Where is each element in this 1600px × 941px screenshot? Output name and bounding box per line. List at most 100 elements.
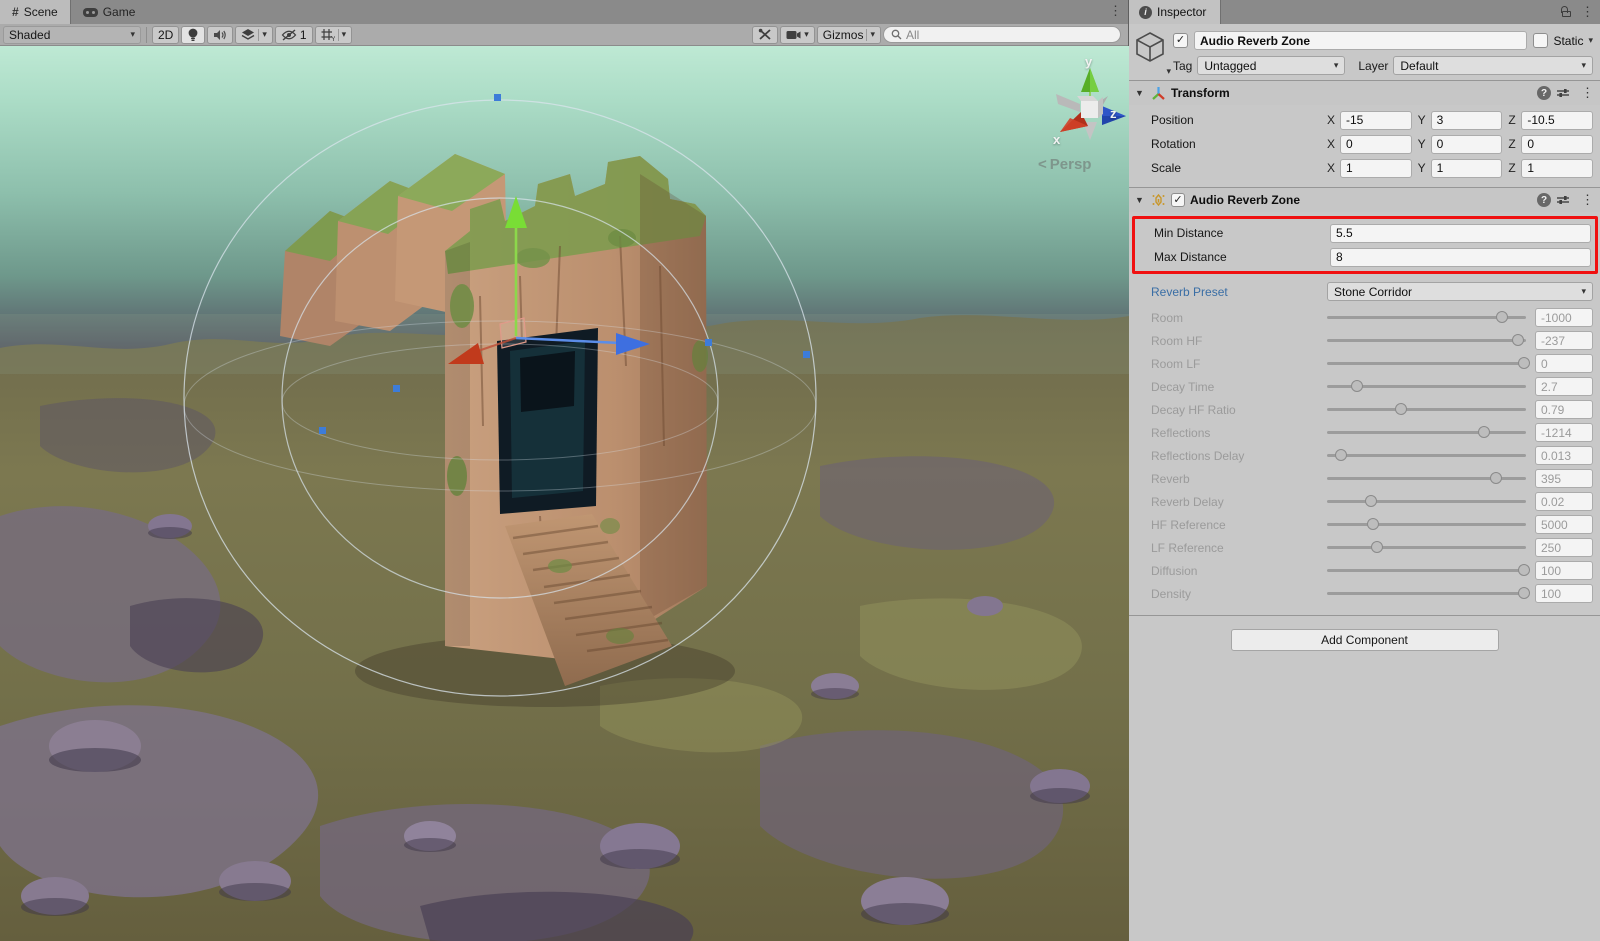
min-distance-row: Min Distance 5.5 [1154,222,1591,244]
projection-label: Persp [1050,156,1092,173]
axis-y-label[interactable]: y [1085,54,1092,69]
transform-row-label: Rotation [1151,137,1327,151]
transform-scale-y-field[interactable]: 1 [1431,159,1503,178]
tag-dropdown[interactable]: Untagged ▾ [1197,56,1345,75]
component-enabled-checkbox[interactable]: ✓ [1171,193,1185,207]
divider [866,29,867,41]
transform-position-z-field[interactable]: -10.5 [1521,111,1593,130]
slider-track [1327,316,1526,319]
chevron-down-icon[interactable]: ▾ [1588,35,1593,46]
transform-position-y-field[interactable]: 3 [1431,111,1503,130]
projection-arrow-icon: < [1038,156,1047,173]
slider-handle [1512,334,1524,346]
camera-icon [786,29,801,40]
scene-lighting-button[interactable] [181,26,205,44]
transform-scale-z-field[interactable]: 1 [1521,159,1593,178]
gamepad-icon [83,8,98,17]
2d-label: 2D [158,28,173,42]
lock-open-icon[interactable] [1561,6,1571,18]
slider-label: Reverb Delay [1151,495,1327,509]
audio-reverb-zone-title: Audio Reverb Zone [1190,193,1532,207]
help-icon[interactable]: ? [1537,86,1551,100]
slider-row: Density100 [1151,582,1593,605]
2d-toggle-button[interactable]: 2D [152,26,179,44]
cube-icon[interactable] [1135,31,1165,63]
unity-editor-window: # Scene Game ⋮ Shaded ▾ 2D [0,0,1600,941]
transform-position-x-field[interactable]: -15 [1340,111,1412,130]
inspector-menu-kebab-icon[interactable]: ⋮ [1581,4,1594,20]
tab-scene[interactable]: # Scene [0,0,71,24]
slider-track [1327,592,1526,595]
gameobject-active-checkbox[interactable]: ✓ [1173,33,1188,48]
scene-tools-button[interactable] [752,26,778,44]
chevron-down-icon: ▾ [342,29,347,40]
tab-inspector[interactable]: i Inspector [1129,0,1221,24]
gameobject-name-field[interactable]: Audio Reverb Zone [1194,31,1527,50]
foldout-icon[interactable]: ▼ [1135,88,1146,98]
audio-reverb-zone-header[interactable]: ▼ ✓ Audio Reverb Zone ? ⋮ [1129,187,1600,212]
slider-handle [1478,426,1490,438]
slider-handle [1518,564,1530,576]
presets-icon[interactable] [1556,87,1570,99]
axis-z-label[interactable]: z [1110,106,1117,121]
projection-toggle[interactable]: < Persp [1038,156,1091,173]
axis-group: Y3 [1418,111,1503,130]
axis-letter: X [1327,113,1336,127]
chevron-down-icon: ▾ [1581,286,1586,297]
scene-tab-menu-kebab-icon[interactable]: ⋮ [1109,3,1122,19]
slider-label: Decay HF Ratio [1151,403,1327,417]
scene-camera-dropdown[interactable]: ▾ [780,26,815,44]
slider-value-field: -1214 [1535,423,1593,442]
gizmos-label: Gizmos [823,28,864,42]
transform-header[interactable]: ▼ Transform ? ⋮ [1129,80,1600,105]
scene-visibility-button[interactable]: 1 [275,26,313,44]
divider [338,29,339,41]
max-distance-label: Max Distance [1154,250,1330,264]
axis-x-label[interactable]: x [1053,132,1060,147]
slider-track [1327,500,1526,503]
slider-handle [1371,541,1383,553]
transform-scale-x-field[interactable]: 1 [1340,159,1412,178]
transform-rotation-x-field[interactable]: 0 [1340,135,1412,154]
gameobject-header: ▾ ✓ Audio Reverb Zone Static ▾ Tag [1129,24,1600,80]
component-menu-kebab-icon[interactable]: ⋮ [1581,192,1594,208]
slider-track [1327,431,1526,434]
slider-value-field: 0.79 [1535,400,1593,419]
slider-handle [1365,495,1377,507]
layer-value: Default [1400,59,1438,73]
transform-row-label: Scale [1151,161,1327,175]
presets-icon[interactable] [1556,194,1570,206]
chevron-down-icon[interactable]: ▾ [1166,66,1171,77]
shading-mode-dropdown[interactable]: Shaded ▾ [3,26,141,44]
tab-game[interactable]: Game [71,0,148,24]
transform-rotation-y-field[interactable]: 0 [1431,135,1503,154]
search-icon [891,29,902,40]
max-distance-field[interactable]: 8 [1330,248,1591,267]
transform-rotation-z-field[interactable]: 0 [1521,135,1593,154]
lightbulb-icon [187,28,199,42]
speaker-icon [213,29,227,41]
help-icon[interactable]: ? [1537,193,1551,207]
scene-effects-dropdown[interactable]: ▾ [235,26,273,44]
slider-value-field: -1000 [1535,308,1593,327]
slider-value-field: 0.02 [1535,492,1593,511]
static-checkbox[interactable] [1533,33,1548,48]
slider-track [1327,385,1526,388]
foldout-icon[interactable]: ▼ [1135,195,1146,205]
layer-dropdown[interactable]: Default ▾ [1393,56,1593,75]
component-menu-kebab-icon[interactable]: ⋮ [1581,85,1594,101]
slider-label: Decay Time [1151,380,1327,394]
min-distance-field[interactable]: 5.5 [1330,224,1591,243]
gizmos-dropdown[interactable]: Gizmos ▾ [817,26,881,44]
slider-value-field: 100 [1535,561,1593,580]
scene-search-input[interactable]: All [883,26,1121,43]
grid-settings-dropdown[interactable]: Y ▾ [315,26,353,44]
slider-row: Diffusion100 [1151,559,1593,582]
scene-audio-button[interactable] [207,26,233,44]
scene-viewport[interactable]: y x z < Persp [0,46,1129,941]
slider-track [1327,362,1526,365]
slider-value-field: 250 [1535,538,1593,557]
add-component-button[interactable]: Add Component [1231,629,1499,651]
slider-track [1327,477,1526,480]
reverb-preset-dropdown[interactable]: Stone Corridor ▾ [1327,282,1593,301]
